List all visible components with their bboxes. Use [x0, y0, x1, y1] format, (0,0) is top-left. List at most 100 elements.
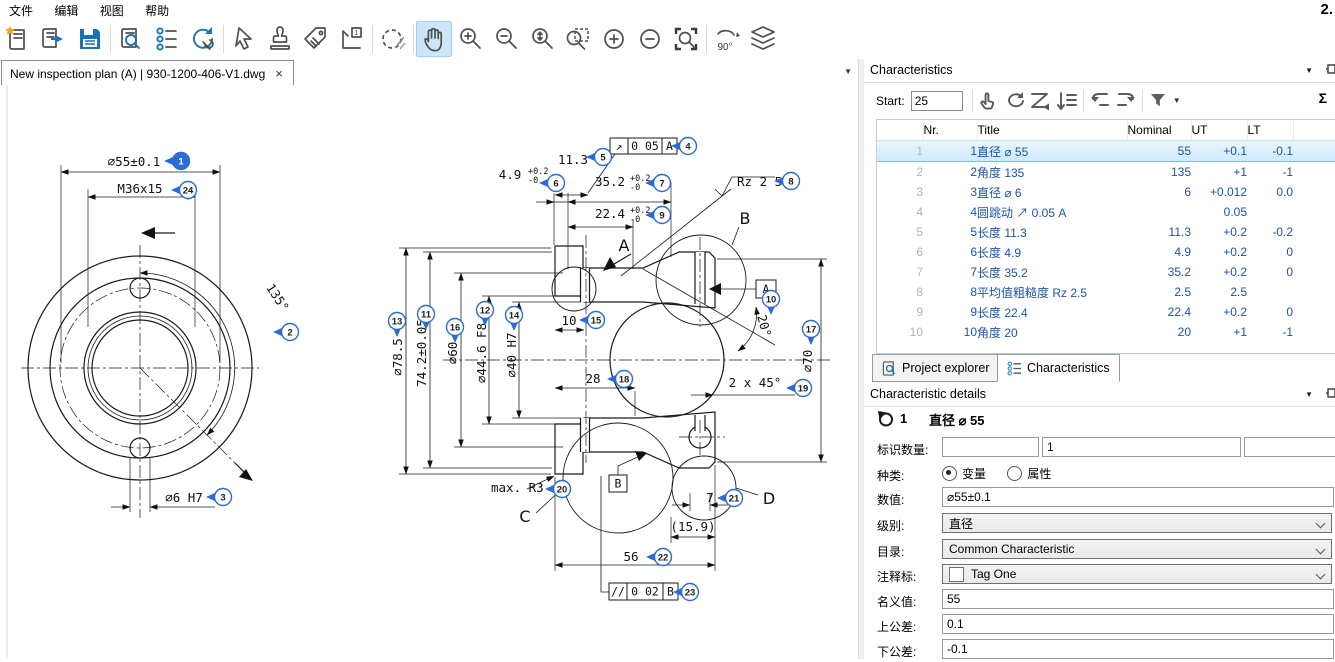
document-tab[interactable]: New inspection plan (A) | 930-1200-406-V…: [1, 60, 294, 86]
sort-list-icon[interactable]: [1054, 89, 1080, 113]
table-row[interactable]: 44圆跳动 ↗ 0.05 A0.05: [877, 202, 1335, 222]
next-characteristic-icon[interactable]: [1113, 89, 1139, 113]
table-row[interactable]: 88平均值粗糙度 Rz 2.52.52.5: [877, 282, 1335, 302]
balloon-19[interactable]: 19: [786, 380, 812, 397]
balloon-5[interactable]: 5: [586, 149, 612, 166]
balloon-2[interactable]: 2: [273, 324, 299, 341]
balloon-14[interactable]: 14: [506, 307, 523, 332]
balloon-22[interactable]: 22: [646, 549, 672, 566]
search-document-icon[interactable]: [113, 21, 149, 57]
menu-help[interactable]: 帮助: [136, 0, 178, 21]
zoom-in-icon[interactable]: [452, 21, 488, 57]
select-cursor-icon[interactable]: [226, 21, 262, 57]
zoom-out-icon[interactable]: [488, 21, 524, 57]
decrease-icon[interactable]: [632, 21, 668, 57]
balloon-20[interactable]: 20: [545, 481, 571, 498]
corner-dimension-icon[interactable]: 1: [334, 21, 370, 57]
renumber-icon[interactable]: [1002, 89, 1028, 113]
table-row[interactable]: 11直径 ⌀ 5555+0.1-0.1: [877, 141, 1335, 162]
kind-label: 种类:: [877, 467, 904, 484]
radio-attribute[interactable]: 属性: [1007, 465, 1051, 482]
catalog-select[interactable]: Common Characteristic: [942, 539, 1332, 559]
level-select[interactable]: 直径: [942, 513, 1332, 533]
table-row[interactable]: 77长度 35.235.2+0.20: [877, 262, 1335, 282]
table-row[interactable]: 1010角度 2020+1-1: [877, 322, 1335, 342]
pan-hand-icon[interactable]: [416, 21, 452, 57]
zoom-fit-icon[interactable]: [668, 21, 704, 57]
dimension-text: ⌀70: [800, 350, 815, 373]
lower-tol-input[interactable]: [942, 639, 1334, 659]
upper-tol-input[interactable]: [942, 614, 1334, 634]
radio-variable[interactable]: 变量: [942, 465, 986, 482]
svg-text:17: 17: [806, 325, 817, 336]
balloon-17[interactable]: 17: [803, 321, 820, 346]
nominal-input[interactable]: [942, 589, 1334, 609]
col-nominal[interactable]: Nominal: [1127, 120, 1191, 141]
value-input[interactable]: [942, 487, 1334, 507]
filter-icon[interactable]: [1146, 89, 1172, 113]
drawing-canvas[interactable]: .s{stroke:#1a1a1a;stroke-width:1.2;fill:…: [0, 85, 861, 659]
svg-text:13: 13: [392, 317, 403, 328]
freehand-region-icon[interactable]: [375, 21, 411, 57]
zoom-window-icon[interactable]: [560, 21, 596, 57]
increase-icon[interactable]: [596, 21, 632, 57]
menu-edit[interactable]: 编辑: [45, 0, 87, 21]
lower-tol-label: 下公差:: [877, 643, 916, 659]
settings-icon[interactable]: [185, 21, 221, 57]
details-collapse-caret-icon[interactable]: ▼: [1305, 390, 1313, 399]
col-title[interactable]: Title: [977, 120, 1127, 141]
balloon-12[interactable]: 12: [477, 302, 494, 327]
characteristics-list-icon[interactable]: [149, 21, 185, 57]
menu-file[interactable]: 文件: [0, 0, 42, 21]
id-count-input-3[interactable]: [1244, 437, 1335, 457]
reorder-z-icon[interactable]: [1028, 89, 1054, 113]
balloon-10[interactable]: 10: [763, 291, 780, 316]
tab-list-caret-icon[interactable]: ▼: [844, 67, 852, 76]
filter-caret-icon[interactable]: ▼: [1173, 96, 1181, 105]
previous-characteristic-icon[interactable]: [1087, 89, 1113, 113]
table-row[interactable]: 33直径 ⌀ 66+0.0120.0: [877, 182, 1335, 202]
dimension-text: B: [740, 209, 751, 228]
pick-hand-icon[interactable]: [976, 89, 1002, 113]
panel-tabs: Project explorer Characteristics: [864, 352, 1335, 381]
col-nr[interactable]: Nr.: [923, 120, 977, 141]
sigma-summary-icon[interactable]: Σ: [1319, 90, 1327, 106]
tab-characteristics[interactable]: Characteristics: [997, 354, 1120, 382]
details-pin-icon[interactable]: [1326, 388, 1335, 405]
stamp-icon[interactable]: [262, 21, 298, 57]
balloon-21[interactable]: 21: [717, 490, 743, 507]
rotate-90-icon[interactable]: 90°: [709, 21, 745, 57]
start-input[interactable]: [911, 91, 963, 111]
details-title: Characteristic details: [870, 387, 986, 401]
tag-select[interactable]: Tag One: [942, 564, 1332, 584]
pin-icon[interactable]: [1326, 64, 1335, 81]
new-plan-icon[interactable]: [0, 21, 36, 57]
balloon-24[interactable]: 24: [171, 182, 197, 199]
table-row[interactable]: 55长度 11.311.3+0.2-0.2: [877, 222, 1335, 242]
layers-icon[interactable]: [745, 21, 781, 57]
collapse-caret-icon[interactable]: ▼: [1305, 66, 1313, 75]
save-icon[interactable]: [72, 21, 108, 57]
tab-project-explorer[interactable]: Project explorer: [872, 354, 1000, 382]
tab-close-icon[interactable]: ×: [273, 66, 285, 81]
table-row[interactable]: 22角度 135135+1-1: [877, 162, 1335, 183]
balloon-15[interactable]: 15: [579, 312, 605, 329]
menu-view[interactable]: 视图: [91, 0, 133, 21]
balloon-6[interactable]: 6: [539, 175, 565, 192]
zoom-dynamic-icon[interactable]: [524, 21, 560, 57]
balloon-13[interactable]: 13: [389, 313, 406, 338]
svg-text:5: 5: [600, 153, 606, 164]
tag-checkbox[interactable]: [949, 567, 964, 582]
open-plan-icon[interactable]: [36, 21, 72, 57]
id-count-input-2[interactable]: [1042, 437, 1241, 457]
table-row[interactable]: 99长度 22.422.4+0.20: [877, 302, 1335, 322]
id-count-input-1[interactable]: [942, 437, 1039, 457]
balloon-18[interactable]: 18: [607, 371, 633, 388]
balloon-3[interactable]: 3: [206, 489, 232, 506]
dimension-text: ⌀6 H7: [165, 490, 203, 505]
tag-icon[interactable]: [298, 21, 334, 57]
col-lt[interactable]: LT: [1247, 120, 1293, 141]
balloon-1[interactable]: 1: [164, 153, 190, 170]
col-ut[interactable]: UT: [1191, 120, 1247, 141]
table-row[interactable]: 66长度 4.94.9+0.20: [877, 242, 1335, 262]
